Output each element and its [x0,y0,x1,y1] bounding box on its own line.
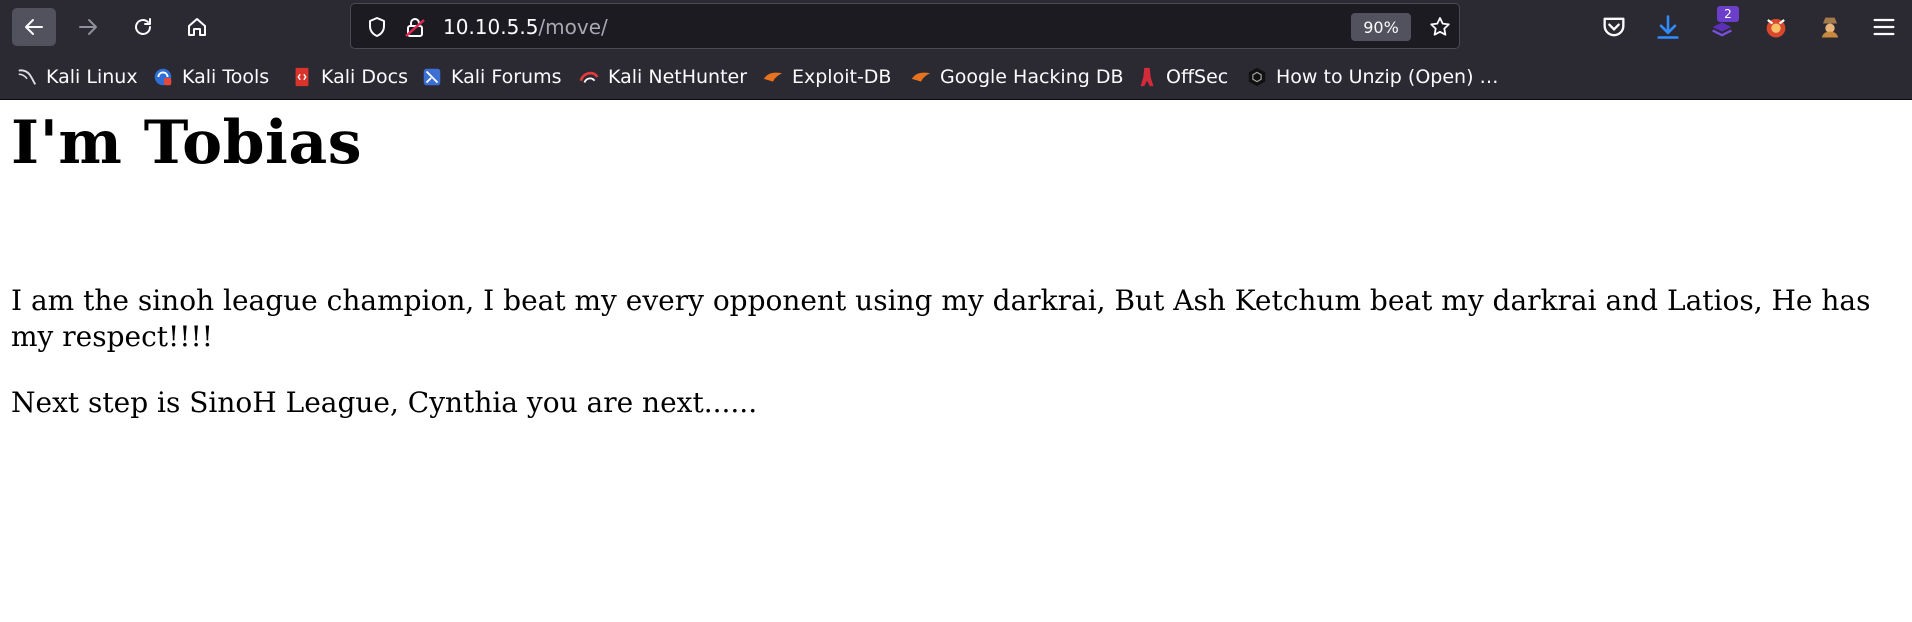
bookmark-label: Kali Forums [451,66,562,88]
extension-icon-2[interactable] [1762,13,1790,41]
bookmark-how-to-unzip[interactable]: How to Unzip (Open) … [1246,64,1499,90]
exploit-db-icon [763,72,783,82]
star-icon[interactable] [1428,15,1452,39]
offsec-icon [1140,67,1154,87]
bookmark-label: Kali Tools [182,66,270,88]
kali-dragon-icon [18,69,37,85]
bookmark-offsec[interactable]: OffSec [1136,64,1228,90]
kali-docs-icon [295,67,309,87]
page-heading: I'm Tobias [11,108,362,178]
browser-toolbar: 10.10.5.5/move/ 90% 2 [0,0,1912,54]
back-button[interactable] [12,8,56,46]
bookmark-kali-tools[interactable]: Kali Tools [152,64,269,90]
download-icon[interactable] [1654,13,1682,41]
extension-badge: 2 [1717,6,1739,22]
forward-button[interactable] [66,8,110,46]
back-arrow-icon [25,19,43,35]
url-path: /move/ [538,15,608,39]
bookmark-label: How to Unzip (Open) … [1276,66,1499,88]
shield-icon[interactable] [365,15,389,39]
bookmark-kali-nethunter[interactable]: Kali NetHunter [578,64,747,90]
hexagon-icon [1248,67,1266,87]
page-content: I'm Tobias I am the sinoh league champio… [0,106,1912,421]
bookmark-label: Kali Docs [321,66,408,88]
url-host: 10.10.5.5 [443,15,539,39]
menu-icon[interactable] [1870,13,1898,41]
bookmark-label: Google Hacking DB [940,66,1124,88]
pocket-icon[interactable] [1600,13,1628,41]
paragraph-next-step: Next step is SinoH League, Cynthia you a… [11,386,758,419]
kali-nethunter-icon [579,71,599,83]
lock-icon[interactable] [403,15,427,39]
url-text[interactable]: 10.10.5.5/move/ [443,15,608,39]
bookmarks-bar: Kali Linux Kali Tools Kali Docs Kali For… [0,54,1912,100]
kali-forums-icon [423,68,441,86]
bookmark-exploit-db[interactable]: Exploit-DB [762,64,891,90]
reload-icon [135,18,151,35]
bookmark-label: Kali Linux [46,66,138,88]
kali-tools-icon [154,68,172,86]
bookmark-kali-docs[interactable]: Kali Docs [291,64,408,90]
zoom-indicator[interactable]: 90% [1351,13,1411,41]
bookmark-kali-linux[interactable]: Kali Linux [16,64,138,90]
home-button[interactable] [175,8,219,46]
ghdb-icon [911,72,931,82]
reload-button[interactable] [121,8,165,46]
bookmark-label: Kali NetHunter [608,66,748,88]
home-icon [188,18,206,36]
forward-arrow-icon [79,19,97,35]
address-bar[interactable]: 10.10.5.5/move/ 90% [350,3,1460,49]
bookmark-google-hacking-db[interactable]: Google Hacking DB [910,64,1124,90]
bookmark-label: Exploit-DB [792,66,892,88]
bookmark-label: OffSec [1166,66,1229,88]
paragraph-champion: I am the sinoh league champion, I beat m… [11,284,1871,353]
extension-icon-3[interactable] [1816,13,1844,41]
bookmark-kali-forums[interactable]: Kali Forums [421,64,562,90]
